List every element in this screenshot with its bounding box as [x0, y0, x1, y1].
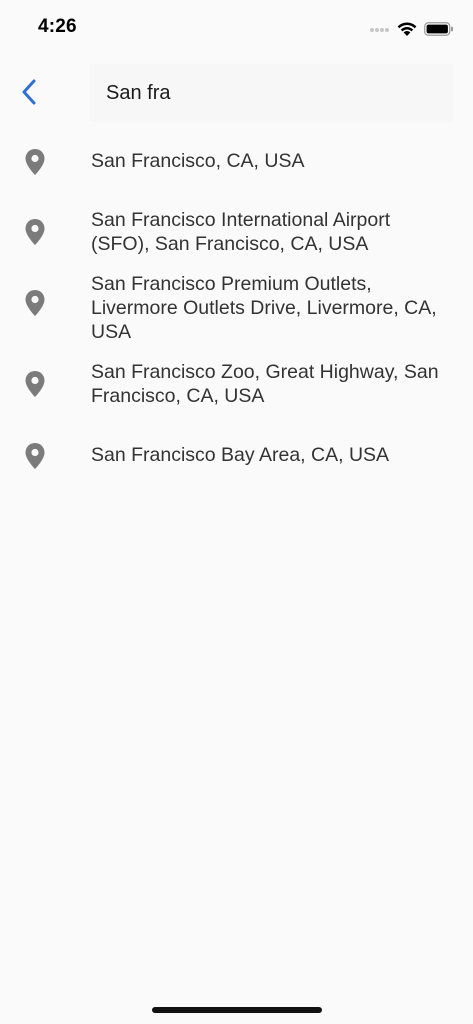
- result-label: San Francisco International Airport (SFO…: [91, 209, 391, 255]
- result-item[interactable]: San Francisco Bay Area, CA, USA: [0, 436, 473, 476]
- search-field[interactable]: [90, 64, 453, 122]
- result-label: San Francisco Zoo, Great Highway, San Fr…: [91, 361, 439, 407]
- back-button[interactable]: [14, 76, 44, 108]
- cellular-signal-icon: [370, 28, 392, 36]
- location-pin-icon: [25, 371, 45, 397]
- result-item[interactable]: San Francisco International Airport (SFO…: [0, 205, 473, 261]
- result-label: San Francisco Premium Outlets, Livermore…: [91, 273, 437, 343]
- status-bar: 4:26: [0, 0, 473, 58]
- location-pin-icon: [25, 290, 45, 316]
- result-label: San Francisco Bay Area, CA, USA: [91, 444, 390, 466]
- result-item[interactable]: San Francisco Premium Outlets, Livermore…: [0, 271, 473, 347]
- location-pin-icon: [25, 219, 45, 245]
- search-input[interactable]: [106, 81, 453, 105]
- location-pin-icon: [25, 443, 45, 469]
- result-item[interactable]: San Francisco, CA, USA: [0, 142, 473, 182]
- chevron-left-icon: [22, 79, 36, 105]
- wifi-icon: [397, 22, 417, 36]
- home-indicator[interactable]: [152, 1007, 322, 1013]
- result-item[interactable]: San Francisco Zoo, Great Highway, San Fr…: [0, 358, 473, 414]
- result-label: San Francisco, CA, USA: [91, 150, 305, 172]
- battery-icon: [424, 22, 453, 36]
- location-pin-icon: [25, 149, 45, 175]
- status-time: 4:26: [38, 16, 77, 37]
